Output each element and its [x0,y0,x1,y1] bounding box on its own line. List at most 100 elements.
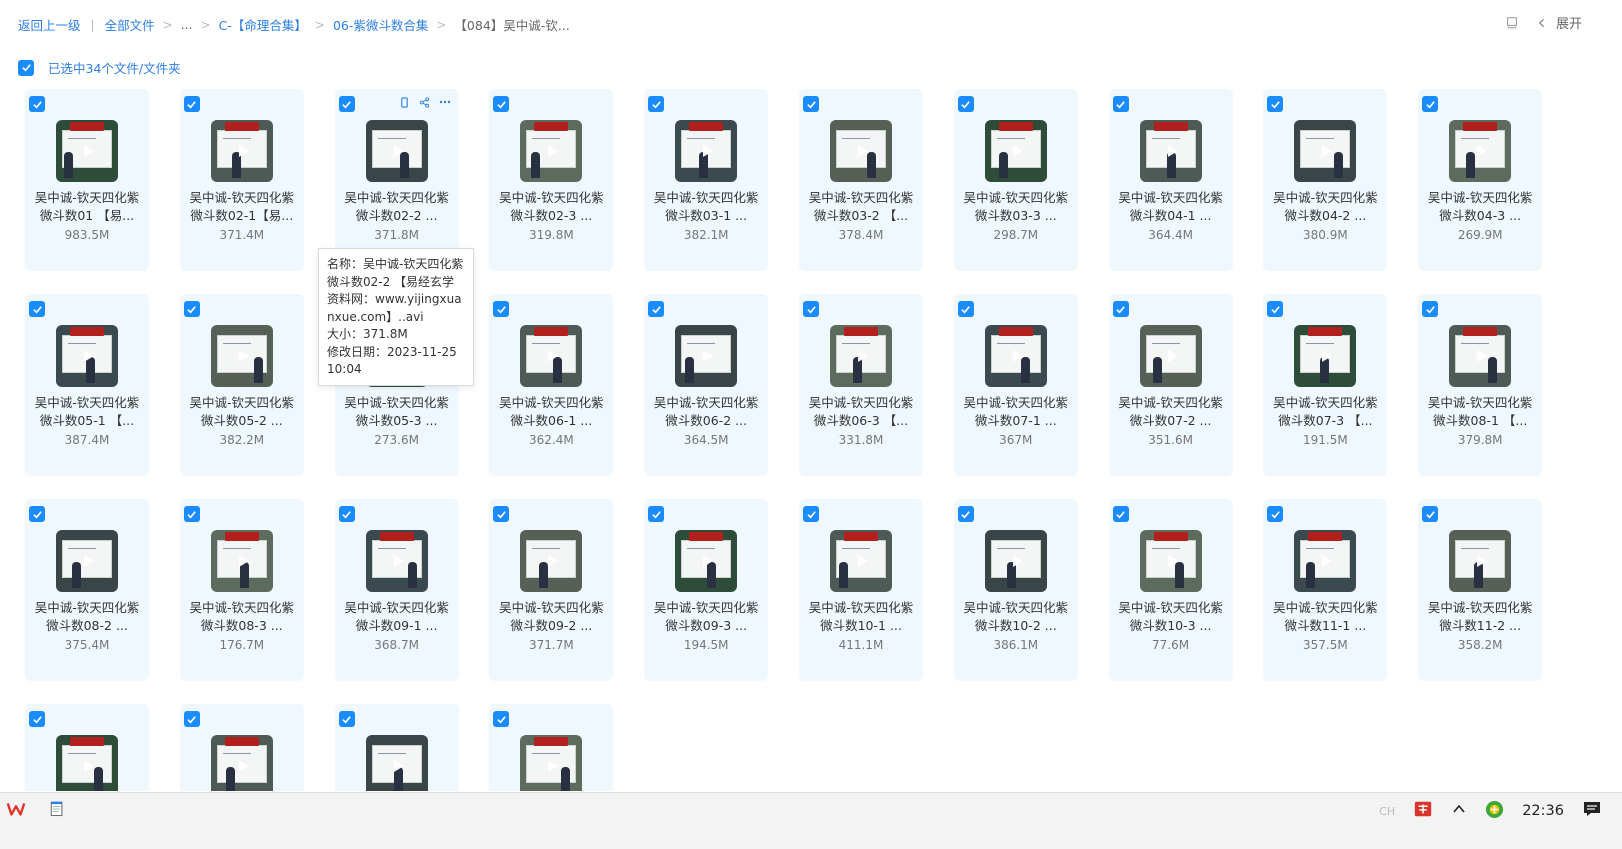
file-card[interactable]: 吴中诚-钦天四化紫 微斗数05-1 【... 387.4M [25,294,149,476]
video-thumbnail[interactable] [210,735,273,791]
file-checkbox[interactable] [1422,301,1439,317]
file-checkbox[interactable] [1267,96,1284,112]
file-card[interactable]: 吴中诚-钦天四化紫 微斗数05-2 ... 382.2M [179,294,304,476]
clock[interactable]: 22:36 [1522,803,1564,819]
file-card[interactable]: 吴中诚-钦天四化紫 微斗数11-1 ... 357.5M [1263,499,1388,681]
wps-icon[interactable] [6,799,26,823]
file-card[interactable]: 吴中诚-钦天四化紫 微斗数09-2 ... 371.7M [489,499,614,681]
video-thumbnail[interactable] [365,735,428,791]
file-checkbox[interactable] [493,301,510,317]
share-icon[interactable] [419,96,431,108]
file-checkbox[interactable] [493,506,510,522]
file-checkbox[interactable] [1267,301,1284,317]
video-thumbnail[interactable] [365,120,428,182]
file-checkbox[interactable] [1112,96,1129,112]
expand-button[interactable]: 展开 [1534,13,1582,32]
file-card[interactable]: 吴中诚-钦天四化紫 微斗数09-3 ... 194.5M [644,499,769,681]
video-thumbnail[interactable] [830,325,892,387]
file-card[interactable]: 吴中诚-钦天四化紫 微斗数09-1 ... 368.7M [334,499,459,681]
file-card[interactable]: 吴中诚-钦天四化紫 微斗数11-2 ... 358.2M [1418,499,1543,681]
breadcrumb-ellipsis[interactable]: ... [181,17,193,32]
file-checkbox[interactable] [1422,506,1439,522]
file-card[interactable]: 吴中诚-钦天四化紫 微斗数08-2 ... 375.4M [25,499,149,681]
breadcrumb-folder-ziwei[interactable]: 06-紫微斗数合集 [333,15,428,34]
app-tray-icon[interactable] [1413,799,1433,823]
file-card[interactable]: 吴中诚-钦天四化紫 微斗数08-1 【... 379.8M [1418,294,1543,476]
video-thumbnail[interactable] [1139,120,1202,182]
file-checkbox[interactable] [803,506,819,522]
file-checkbox[interactable] [338,711,355,727]
file-card[interactable]: 吴中诚-钦天四化紫 微斗数02-2 ... 371.8M [334,89,459,271]
file-checkbox[interactable] [338,96,355,112]
video-thumbnail[interactable] [56,325,118,387]
file-card[interactable]: 吴中诚-钦天四化紫 微斗数04-1 ... 364.4M [1108,89,1233,271]
file-card[interactable] [489,704,614,791]
file-checkbox[interactable] [1112,301,1129,317]
notification-icon[interactable] [1582,799,1602,823]
file-card[interactable] [25,704,149,791]
video-thumbnail[interactable] [1139,325,1202,387]
file-card[interactable]: 吴中诚-钦天四化紫 微斗数07-1 ... 367M [953,294,1078,476]
video-thumbnail[interactable] [56,120,118,182]
video-thumbnail[interactable] [984,325,1047,387]
back-link[interactable]: 返回上一级 [18,15,81,34]
breadcrumb-all-files[interactable]: 全部文件 [105,15,155,34]
video-thumbnail[interactable] [210,530,273,592]
file-checkbox[interactable] [183,96,200,112]
file-card[interactable] [179,704,304,791]
file-checkbox[interactable] [183,301,200,317]
file-card[interactable]: 吴中诚-钦天四化紫 微斗数03-3 ... 298.7M [953,89,1078,271]
video-thumbnail[interactable] [1294,120,1357,182]
video-thumbnail[interactable] [520,735,583,791]
file-checkbox[interactable] [957,301,974,317]
video-thumbnail[interactable] [520,530,583,592]
file-checkbox[interactable] [1267,506,1284,522]
network-tray-icon[interactable] [1485,800,1504,823]
video-thumbnail[interactable] [56,530,118,592]
file-card[interactable]: 吴中诚-钦天四化紫 微斗数01 【易... 983.5M [25,89,149,271]
file-checkbox[interactable] [493,96,510,112]
file-card[interactable]: 吴中诚-钦天四化紫 微斗数06-3 【... 331.8M [799,294,923,476]
file-checkbox[interactable] [957,506,974,522]
video-thumbnail[interactable] [56,735,118,791]
video-thumbnail[interactable] [365,530,428,592]
file-checkbox[interactable] [1112,506,1129,522]
video-thumbnail[interactable] [520,325,583,387]
select-all-checkbox[interactable] [18,59,34,76]
file-card[interactable]: 吴中诚-钦天四化紫 微斗数06-2 ... 364.5M [644,294,769,476]
video-thumbnail[interactable] [675,325,738,387]
video-thumbnail[interactable] [675,530,738,592]
file-checkbox[interactable] [803,96,819,112]
more-icon[interactable] [439,96,451,108]
video-thumbnail[interactable] [675,120,738,182]
video-thumbnail[interactable] [1294,325,1357,387]
file-checkbox[interactable] [29,301,45,317]
detail-view-icon[interactable] [1504,15,1520,31]
notepad-icon[interactable] [48,799,66,823]
file-card[interactable]: 吴中诚-钦天四化紫 微斗数04-3 ... 269.9M [1418,89,1543,271]
video-thumbnail[interactable] [1449,530,1512,592]
video-thumbnail[interactable] [830,120,892,182]
file-checkbox[interactable] [183,711,200,727]
file-checkbox[interactable] [648,506,665,522]
file-checkbox[interactable] [29,711,45,727]
video-thumbnail[interactable] [984,120,1047,182]
file-checkbox[interactable] [29,96,45,112]
file-card[interactable]: 吴中诚-钦天四化紫 微斗数07-3 【... 191.5M [1263,294,1388,476]
video-thumbnail[interactable] [1449,120,1512,182]
video-thumbnail[interactable] [210,325,273,387]
file-card[interactable]: 吴中诚-钦天四化紫 微斗数10-3 ... 77.6M [1108,499,1233,681]
file-checkbox[interactable] [648,96,665,112]
chevron-up-icon[interactable] [1451,801,1467,821]
file-card[interactable]: 吴中诚-钦天四化紫 微斗数08-3 ... 176.7M [179,499,304,681]
ime-indicator[interactable]: CH [1379,805,1395,818]
file-card[interactable]: 吴中诚-钦天四化紫 微斗数02-3 ... 319.8M [489,89,614,271]
video-thumbnail[interactable] [1139,530,1202,592]
video-thumbnail[interactable] [984,530,1047,592]
file-checkbox[interactable] [1422,96,1439,112]
file-card[interactable]: 吴中诚-钦天四化紫 微斗数06-1 ... 362.4M [489,294,614,476]
video-thumbnail[interactable] [520,120,583,182]
file-card[interactable] [334,704,459,791]
file-checkbox[interactable] [29,506,45,522]
video-thumbnail[interactable] [210,120,273,182]
